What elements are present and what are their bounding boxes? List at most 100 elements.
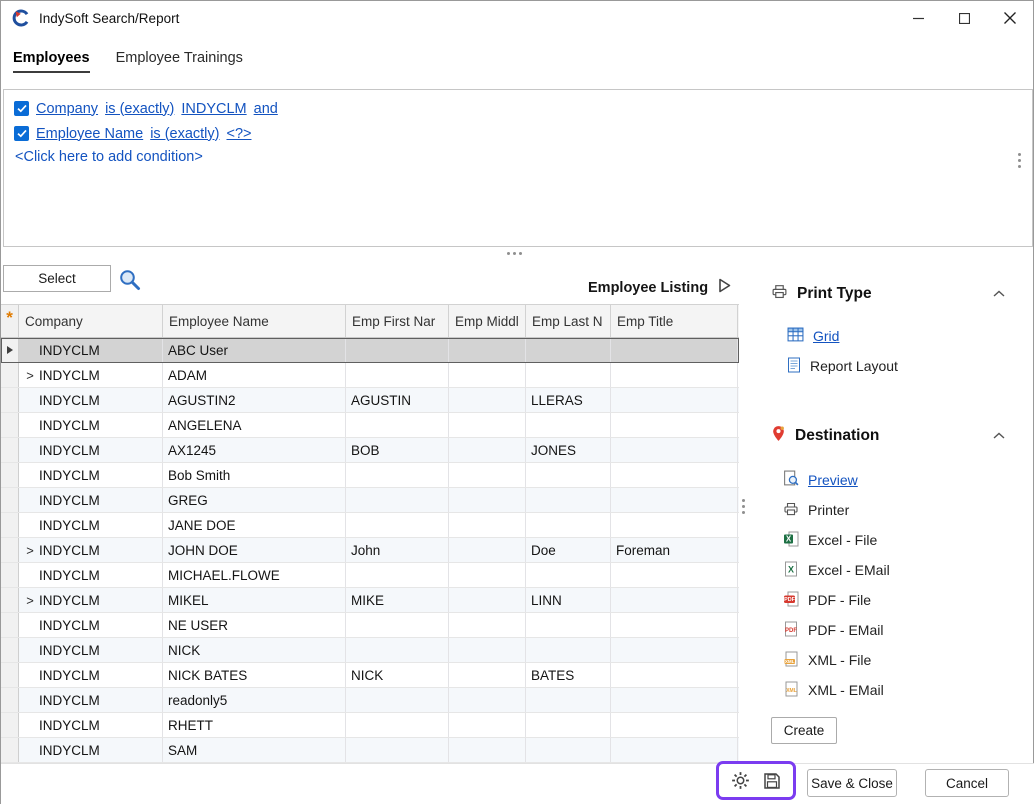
create-button[interactable]: Create: [771, 717, 837, 744]
cell-name[interactable]: SAM: [163, 738, 346, 762]
preview-option-label[interactable]: Preview: [808, 472, 858, 488]
cell-title[interactable]: [611, 513, 738, 537]
row-expand-icon[interactable]: >: [21, 593, 39, 608]
cell-middle[interactable]: [449, 363, 526, 387]
cell-first[interactable]: [346, 613, 449, 637]
destination-option-xml-file[interactable]: XML XML - File: [783, 649, 1023, 671]
condition-1-field-link[interactable]: Company: [36, 101, 98, 117]
xml-email-option-label[interactable]: XML - EMail: [808, 682, 884, 698]
cell-company[interactable]: INDYCLM: [19, 488, 163, 512]
cell-name[interactable]: RHETT: [163, 713, 346, 737]
cell-middle[interactable]: [449, 688, 526, 712]
cell-middle[interactable]: [449, 488, 526, 512]
cell-company[interactable]: INDYCLM: [19, 388, 163, 412]
cell-title[interactable]: [611, 638, 738, 662]
maximize-button[interactable]: [941, 1, 987, 35]
cell-name[interactable]: ADAM: [163, 363, 346, 387]
cell-title[interactable]: [611, 438, 738, 462]
cell-middle[interactable]: [449, 638, 526, 662]
cell-company[interactable]: INDYCLM: [19, 563, 163, 587]
search-icon[interactable]: [117, 267, 142, 297]
condition-2-field-link[interactable]: Employee Name: [36, 126, 143, 142]
report-layout-option-label[interactable]: Report Layout: [810, 358, 898, 374]
cell-middle[interactable]: [449, 463, 526, 487]
cell-title[interactable]: [611, 488, 738, 512]
cell-last[interactable]: [526, 638, 611, 662]
destination-option-excel-file[interactable]: X Excel - File: [783, 529, 1023, 551]
print-type-header[interactable]: Print Type: [771, 283, 1023, 305]
table-row[interactable]: INDYCLMNICK: [1, 638, 739, 663]
table-row[interactable]: INDYCLMJANE DOE: [1, 513, 739, 538]
table-row[interactable]: INDYCLMGREG: [1, 488, 739, 513]
cell-last[interactable]: [526, 463, 611, 487]
minimize-button[interactable]: [895, 1, 941, 35]
cell-company[interactable]: INDYCLM: [19, 463, 163, 487]
cell-first[interactable]: [346, 513, 449, 537]
cell-company[interactable]: >INDYCLM: [19, 538, 163, 562]
cell-title[interactable]: [611, 563, 738, 587]
cell-middle[interactable]: [449, 713, 526, 737]
table-row[interactable]: >INDYCLMJOHN DOEJohnDoeForeman: [1, 538, 739, 563]
table-row[interactable]: INDYCLMAX1245BOBJONES: [1, 438, 739, 463]
cell-middle[interactable]: [449, 613, 526, 637]
cell-title[interactable]: [611, 688, 738, 712]
cell-first[interactable]: [346, 413, 449, 437]
row-expand-icon[interactable]: >: [21, 368, 39, 383]
chevron-up-icon[interactable]: [993, 285, 1005, 303]
cell-middle[interactable]: [449, 513, 526, 537]
cell-company[interactable]: INDYCLM: [19, 713, 163, 737]
cell-last[interactable]: Doe: [526, 538, 611, 562]
cell-last[interactable]: [526, 613, 611, 637]
cell-first[interactable]: BOB: [346, 438, 449, 462]
cell-first[interactable]: [346, 363, 449, 387]
cell-first[interactable]: [346, 463, 449, 487]
cell-title[interactable]: [611, 388, 738, 412]
cell-name[interactable]: readonly5: [163, 688, 346, 712]
table-row[interactable]: INDYCLMABC User: [1, 338, 739, 363]
cell-last[interactable]: [526, 688, 611, 712]
cell-company[interactable]: INDYCLM: [19, 338, 163, 362]
cell-title[interactable]: [611, 463, 738, 487]
pdf-file-option-label[interactable]: PDF - File: [808, 592, 871, 608]
cell-middle[interactable]: [449, 388, 526, 412]
condition-options-handle[interactable]: [1018, 153, 1021, 168]
column-header-emp-title[interactable]: Emp Title: [611, 305, 738, 337]
cell-last[interactable]: [526, 738, 611, 762]
cell-company[interactable]: INDYCLM: [19, 738, 163, 762]
destination-option-pdf-file[interactable]: PDF PDF - File: [783, 589, 1023, 611]
cell-last[interactable]: [526, 363, 611, 387]
cell-title[interactable]: [611, 663, 738, 687]
cell-middle[interactable]: [449, 563, 526, 587]
cell-name[interactable]: ABC User: [163, 338, 346, 362]
cell-name[interactable]: AX1245: [163, 438, 346, 462]
cell-name[interactable]: JOHN DOE: [163, 538, 346, 562]
column-header-company[interactable]: Company: [19, 305, 163, 337]
cell-title[interactable]: [611, 363, 738, 387]
cell-title[interactable]: [611, 713, 738, 737]
cell-title[interactable]: [611, 338, 738, 362]
chevron-up-icon[interactable]: [993, 427, 1005, 445]
cell-last[interactable]: [526, 413, 611, 437]
cell-last[interactable]: JONES: [526, 438, 611, 462]
cell-first[interactable]: NICK: [346, 663, 449, 687]
cell-last[interactable]: [526, 563, 611, 587]
cell-company[interactable]: INDYCLM: [19, 413, 163, 437]
cell-last[interactable]: LINN: [526, 588, 611, 612]
cell-first[interactable]: [346, 563, 449, 587]
table-row[interactable]: INDYCLMNICK BATESNICKBATES: [1, 663, 739, 688]
pdf-email-option-label[interactable]: PDF - EMail: [808, 622, 883, 638]
destination-header[interactable]: Destination: [771, 425, 1023, 447]
table-row[interactable]: INDYCLMANGELENA: [1, 413, 739, 438]
cell-company[interactable]: >INDYCLM: [19, 363, 163, 387]
cell-name[interactable]: ANGELENA: [163, 413, 346, 437]
cell-first[interactable]: [346, 738, 449, 762]
table-row[interactable]: INDYCLMSAM: [1, 738, 739, 763]
cell-name[interactable]: JANE DOE: [163, 513, 346, 537]
cell-middle[interactable]: [449, 413, 526, 437]
cell-last[interactable]: [526, 488, 611, 512]
cell-first[interactable]: AGUSTIN: [346, 388, 449, 412]
cell-first[interactable]: MIKE: [346, 588, 449, 612]
column-header-first-name[interactable]: Emp First Nar: [346, 305, 449, 337]
cell-middle[interactable]: [449, 338, 526, 362]
print-type-option-grid[interactable]: Grid: [787, 325, 1023, 347]
